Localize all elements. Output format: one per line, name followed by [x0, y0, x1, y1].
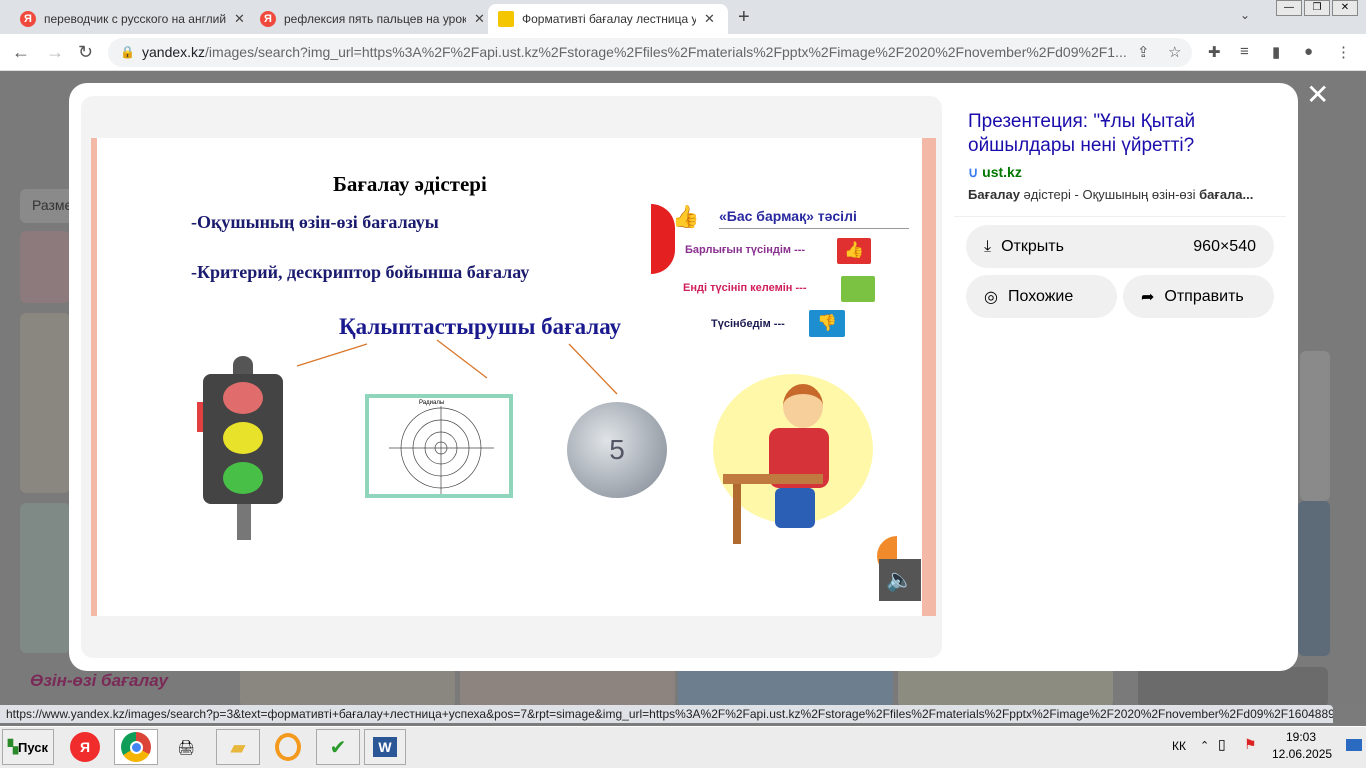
tab-translator[interactable]: Япереводчик с русского на английский✕ — [10, 4, 255, 34]
ust-logo-icon: ∪ — [968, 164, 979, 180]
source-description: Бағалау әдістері - Оқушының өзін-өзі бағ… — [968, 187, 1254, 202]
clock-date[interactable]: 12.06.2025 — [1272, 747, 1332, 761]
thumbs-down-icon: 👎 — [809, 310, 845, 337]
media-icon[interactable]: ≡ — [1240, 43, 1249, 60]
thumbs-up-icon: 👍 — [672, 204, 700, 229]
traffic-light-image — [197, 356, 283, 540]
thumbnail[interactable] — [1300, 351, 1330, 501]
tab-search-chevron-icon[interactable]: ⌄ — [1240, 8, 1250, 22]
restore-button[interactable]: ❐ — [1304, 0, 1330, 16]
close-tab-icon[interactable]: ✕ — [474, 11, 485, 27]
profile-icon[interactable]: ● — [1304, 43, 1313, 60]
image-size: 960×540 — [1193, 237, 1256, 255]
new-tab-button[interactable]: + — [738, 6, 750, 29]
tab-reflection[interactable]: Ярефлексия пять пальцев на уроке ✕ — [250, 4, 495, 34]
method-item: Түсінбедім --- — [711, 318, 785, 330]
coin-image: 5 — [567, 402, 667, 498]
extensions-icon[interactable]: ✚ — [1208, 43, 1221, 61]
image-info-card: Презентеция: "Ұлы Қытай ойшылдары нені ү… — [954, 96, 1286, 331]
thumbnail[interactable] — [678, 667, 893, 707]
folder-icon: ▰ — [230, 736, 246, 759]
start-button[interactable]: ▚ Пуск — [2, 729, 54, 765]
printer-app[interactable]: 🖨 — [164, 729, 208, 765]
close-window-button[interactable]: ✕ — [1332, 0, 1358, 16]
thumbnail[interactable] — [1298, 501, 1330, 656]
yandex-icon: Я — [70, 732, 100, 762]
student-image — [713, 364, 873, 554]
speaker-icon: 🔈 — [879, 559, 921, 601]
slide-text: -Критерий, дескриптор бойынша бағалау — [191, 262, 530, 282]
shield-icon — [275, 733, 301, 761]
size-filter[interactable]: Разме — [20, 189, 76, 223]
clock-time[interactable]: 19:03 — [1276, 730, 1326, 744]
thumbnail[interactable] — [20, 231, 70, 303]
share-icon[interactable]: ⇪ — [1137, 43, 1150, 61]
thumbnail[interactable] — [240, 667, 455, 707]
menu-icon[interactable]: ⋮ — [1336, 43, 1351, 61]
browser-toolbar: ← → ↻ 🔒 yandex.kz/images/search?img_url=h… — [0, 34, 1366, 71]
language-indicator[interactable]: КК — [1172, 739, 1186, 753]
warning-check-icon: ✔ — [329, 736, 347, 759]
download-icon: ⤓ — [984, 237, 992, 255]
yandex-icon: Я — [20, 11, 36, 27]
security-app[interactable]: ✔ — [316, 729, 360, 765]
chrome-app[interactable] — [114, 729, 158, 765]
printer-icon: 🖨 — [177, 738, 195, 755]
close-viewer-button[interactable]: ✕ — [1306, 78, 1329, 111]
method-title: «Бас бармақ» тәсілі — [719, 208, 909, 229]
image-preview[interactable]: Бағалау әдістері -Оқушының өзін-өзі баға… — [81, 96, 942, 658]
tray-expand-icon[interactable]: ⌃ — [1200, 739, 1209, 752]
slide-title: Бағалау әдістері — [333, 172, 487, 196]
method-item: Барлығын түсіндім --- — [685, 244, 806, 256]
arrows — [296, 339, 618, 395]
close-tab-icon[interactable]: ✕ — [704, 11, 715, 27]
lock-icon: 🔒 — [120, 45, 135, 59]
tab-strip: Япереводчик с русского на английский✕ Яр… — [0, 0, 1366, 34]
power-icon[interactable]: ▯ — [1218, 736, 1226, 753]
thumbs-up-icon: 👍 — [837, 238, 871, 264]
back-icon[interactable]: ← — [12, 42, 30, 63]
thumbnail[interactable] — [20, 313, 70, 493]
open-button[interactable]: ⤓ Открыть 960×540 — [966, 225, 1274, 268]
windows-icon: ▚ — [8, 739, 18, 754]
tab-formative[interactable]: Формативті бағалау лестница успеха✕ — [488, 4, 728, 34]
source-host[interactable]: ∪ ust.kz — [954, 158, 1286, 187]
thumbnail[interactable] — [460, 667, 675, 707]
bookmark-star-icon[interactable]: ☆ — [1168, 43, 1181, 61]
side-panel-empty — [954, 340, 1286, 659]
slide-subtitle: Қалыптастырушы бағалау — [339, 314, 622, 339]
share-button[interactable]: ➦ Отправить — [1123, 275, 1274, 318]
word-icon: W — [373, 737, 397, 757]
minimize-button[interactable]: — — [1276, 0, 1302, 16]
action-center-icon[interactable]: ⚑ — [1244, 736, 1257, 753]
vpn-app[interactable] — [266, 729, 310, 765]
taskbar: ▚ Пуск Я 🖨 ▰ ✔ W КК ⌃ ▯ ⚑ 19:03 12.06.202… — [0, 726, 1366, 768]
reload-icon[interactable]: ↻ — [78, 42, 93, 63]
camera-icon: ◎ — [984, 288, 998, 306]
thumbnail[interactable] — [20, 503, 70, 653]
thumbnail[interactable] — [898, 667, 1113, 707]
thumbnail-caption: Өзін-өзі бағалау — [30, 671, 168, 690]
yandex-icon: Я — [260, 11, 276, 27]
slide-image: Бағалау әдістері -Оқушының өзін-өзі баға… — [91, 138, 936, 616]
chrome-icon — [121, 732, 151, 762]
image-icon — [498, 11, 514, 27]
show-desktop-icon[interactable] — [1346, 739, 1362, 751]
sidepanel-icon[interactable]: ▮ — [1272, 43, 1280, 61]
thumbnail[interactable] — [1138, 667, 1328, 707]
method-item: Енді түсініп келемін --- — [683, 282, 807, 294]
address-bar[interactable]: 🔒 yandex.kz/images/search?img_url=https%3… — [108, 38, 1192, 67]
share-arrow-icon: ➦ — [1141, 288, 1155, 306]
slide-text: -Оқушының өзін-өзі бағалауы — [191, 212, 439, 232]
yandex-browser-app[interactable]: Я — [68, 729, 102, 765]
status-bar-url: https://www.yandex.kz/images/search?p=3&… — [0, 705, 1333, 723]
source-title-link[interactable]: Презентеция: "Ұлы Қытай ойшылдары нені ү… — [954, 96, 1286, 158]
similar-button[interactable]: ◎ Похожие — [966, 275, 1117, 318]
explorer-app[interactable]: ▰ — [216, 729, 260, 765]
close-tab-icon[interactable]: ✕ — [234, 11, 245, 27]
word-app[interactable]: W — [364, 729, 406, 765]
target-diagram-image: Радиалы — [365, 394, 513, 498]
forward-icon[interactable]: → — [46, 42, 64, 63]
thumb-side-icon — [841, 276, 875, 302]
